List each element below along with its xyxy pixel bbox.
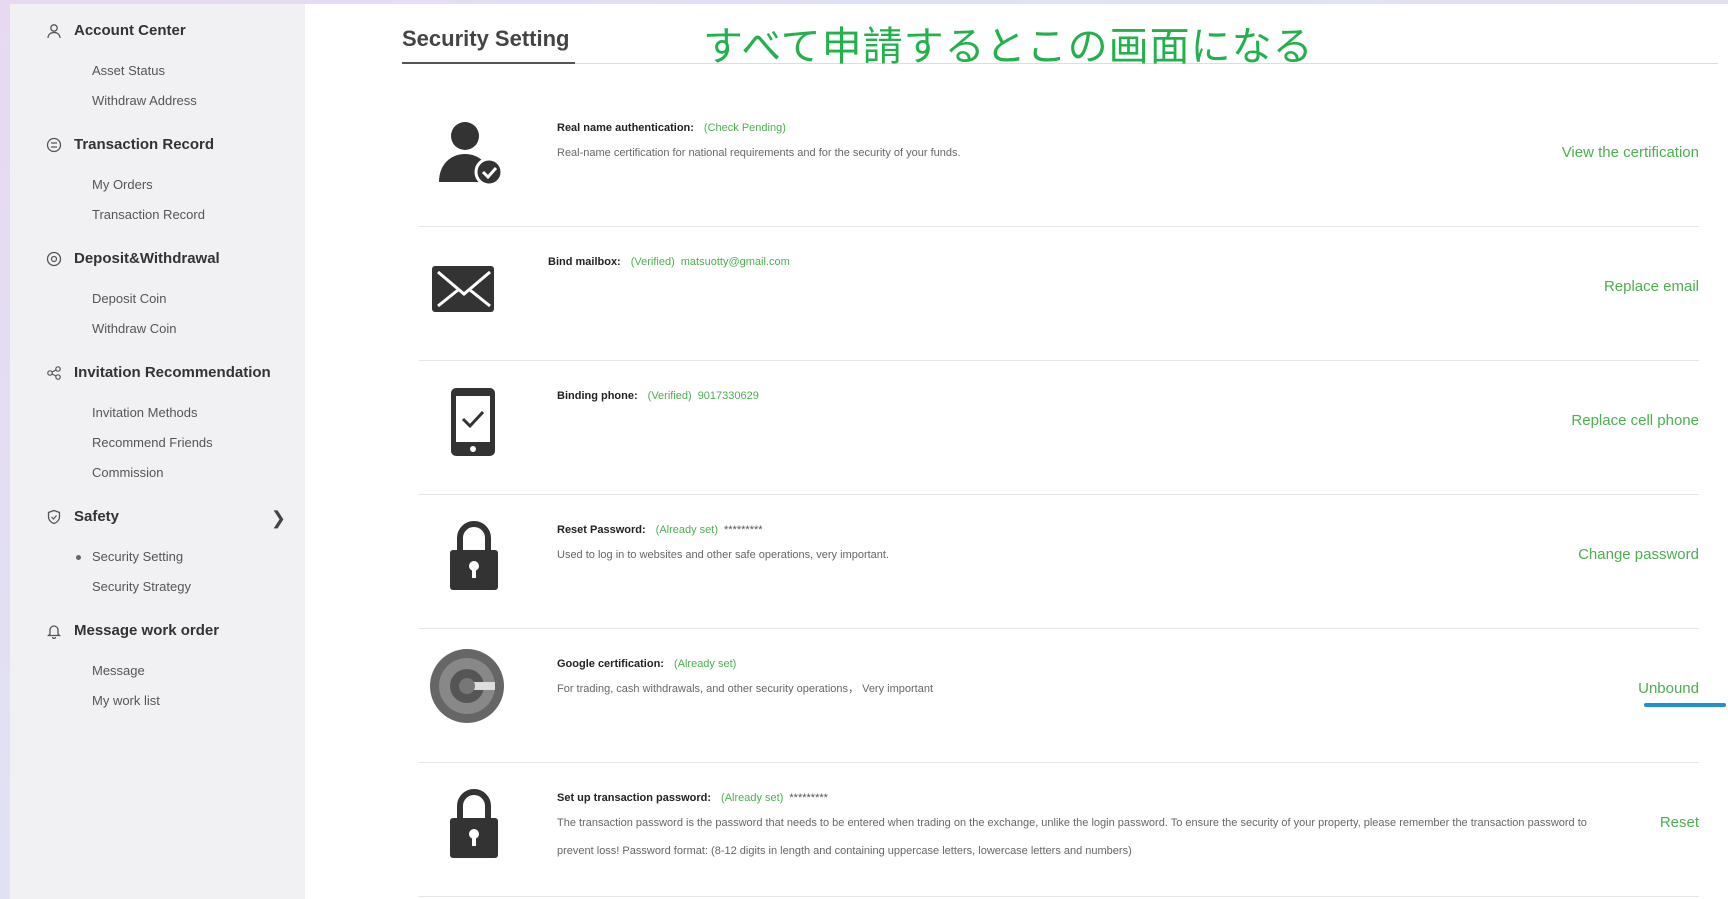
- row-description: The transaction password is the password…: [557, 817, 1587, 857]
- status-badge: (Already set): [673, 658, 737, 670]
- sidebar-item-withdraw-coin[interactable]: Withdraw Coin: [92, 321, 177, 336]
- user-icon: [46, 23, 62, 39]
- row-description: For trading, cash withdrawals, and other…: [557, 683, 934, 695]
- mail-icon: [424, 248, 504, 328]
- view-certification-link[interactable]: View the certification: [1562, 144, 1699, 161]
- sidebar-group-label: Transaction Record: [74, 136, 215, 153]
- annotation-text: すべて申請するとこの画面になる: [703, 24, 1314, 70]
- sidebar-item-message[interactable]: Message: [92, 663, 145, 678]
- shield-icon: [46, 509, 62, 525]
- bell-icon: [46, 623, 62, 639]
- sidebar-group-account-center[interactable]: Account Center: [46, 22, 296, 39]
- row-label: Real name authentication:: [557, 122, 694, 134]
- sidebar-item-asset-status[interactable]: Asset Status: [92, 63, 165, 78]
- masked-password: *********: [789, 792, 828, 804]
- reset-button[interactable]: Reset: [1660, 814, 1699, 831]
- masked-password: *********: [724, 524, 763, 536]
- sidebar-item-recommend-friends[interactable]: Recommend Friends: [92, 435, 213, 450]
- status-badge: (Already set): [721, 792, 784, 804]
- replace-cell-phone-link[interactable]: Replace cell phone: [1571, 412, 1699, 429]
- status-badge: (Already set): [655, 524, 719, 536]
- security-row-real-name: Real name authentication: (Check Pending)…: [419, 92, 1699, 227]
- row-description: Used to log in to websites and other saf…: [557, 549, 890, 561]
- tab-active-indicator: [402, 62, 575, 64]
- share-icon: [46, 365, 62, 381]
- row-label: Reset Password:: [557, 524, 646, 536]
- tab-security-setting[interactable]: Security Setting: [402, 26, 569, 52]
- sidebar-group-label: Account Center: [74, 22, 186, 39]
- replace-email-link[interactable]: Replace email: [1604, 278, 1699, 295]
- email-value: matsuotty@gmail.com: [680, 256, 790, 268]
- lock-icon: [432, 782, 512, 862]
- row-label: Google certification:: [557, 658, 664, 670]
- sidebar-item-commission[interactable]: Commission: [92, 465, 164, 480]
- phone-check-icon: [431, 382, 511, 462]
- security-row-reset-password: Reset Password: (Already set) ********* Us…: [419, 494, 1699, 629]
- google-authenticator-icon: [427, 646, 507, 726]
- status-badge: (Verified): [630, 256, 675, 268]
- row-label: Bind mailbox:: [548, 256, 621, 268]
- sidebar-item-security-strategy[interactable]: Security Strategy: [92, 579, 191, 594]
- unbound-button[interactable]: Unbound: [1638, 680, 1699, 697]
- row-description: Real-name certification for national req…: [557, 147, 961, 159]
- sidebar-item-withdraw-address[interactable]: Withdraw Address: [92, 93, 197, 108]
- sidebar-item-my-orders[interactable]: My Orders: [92, 177, 153, 192]
- coin-icon: [46, 251, 62, 267]
- sidebar-item-invitation-methods[interactable]: Invitation Methods: [92, 405, 198, 420]
- sidebar-item-transaction-record[interactable]: Transaction Record: [92, 207, 205, 222]
- status-badge: (Verified): [647, 390, 692, 402]
- security-row-phone: Binding phone: (Verified) 9017330629 Repla…: [419, 360, 1699, 495]
- status-badge: (Check Pending): [703, 122, 786, 134]
- sidebar-item-security-setting[interactable]: Security Setting: [75, 549, 183, 564]
- sidebar: Account Center Asset Status Withdraw Add…: [10, 4, 305, 899]
- sidebar-group-deposit-withdrawal[interactable]: Deposit&Withdrawal: [46, 250, 296, 267]
- sidebar-group-invitation-recommendation[interactable]: Invitation Recommendation: [46, 364, 296, 381]
- sidebar-item-deposit-coin[interactable]: Deposit Coin: [92, 291, 166, 306]
- sidebar-group-label: Invitation Recommendation: [74, 364, 271, 381]
- security-row-mailbox: Bind mailbox: (Verified) matsuotty@gmail.c…: [419, 226, 1699, 361]
- sidebar-group-label: Message work order: [74, 622, 220, 639]
- row-label: Set up transaction password:: [557, 792, 712, 804]
- sidebar-group-message-work-order[interactable]: Message work order: [46, 622, 296, 639]
- change-password-link[interactable]: Change password: [1578, 546, 1699, 563]
- row-label: Binding phone:: [557, 390, 638, 402]
- record-icon: [46, 137, 62, 153]
- lock-icon: [432, 514, 512, 594]
- verified-user-icon: [429, 112, 509, 192]
- underline-annotation: [1644, 703, 1726, 707]
- security-row-google-certification: Google certification: (Already set) For t…: [419, 628, 1699, 763]
- sidebar-item-my-work-list[interactable]: My work list: [92, 693, 160, 708]
- security-row-transaction-password: Set up transaction password: (Already set…: [419, 762, 1699, 897]
- sidebar-group-safety[interactable]: Safety ❯: [46, 508, 296, 528]
- phone-value: 9017330629: [697, 390, 759, 402]
- chevron-right-icon: ❯: [270, 508, 286, 528]
- sidebar-group-transaction-record[interactable]: Transaction Record: [46, 136, 296, 153]
- sidebar-group-label: Deposit&Withdrawal: [74, 250, 220, 267]
- sidebar-group-label: Safety: [74, 508, 120, 525]
